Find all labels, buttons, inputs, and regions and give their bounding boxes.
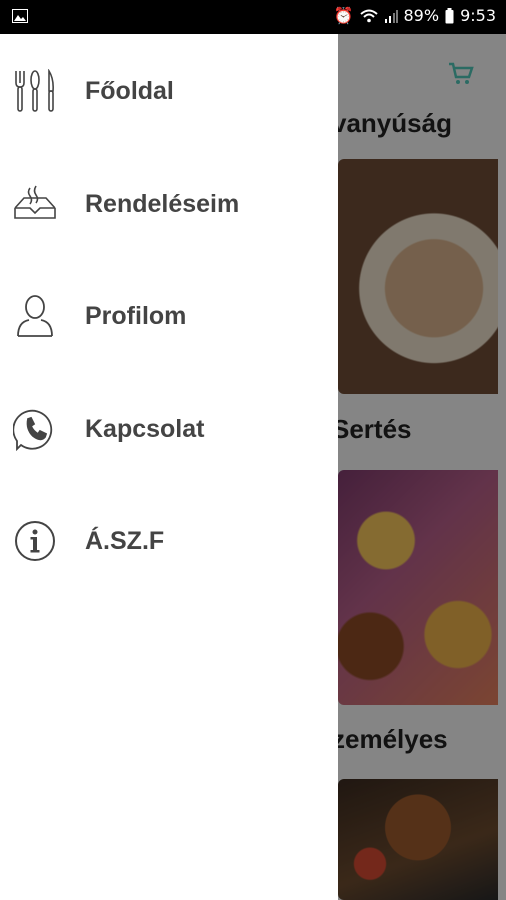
wifi-icon [359, 9, 378, 22]
cutlery-icon [12, 68, 58, 114]
gallery-notification-icon [12, 9, 28, 27]
menu-item-terms[interactable]: Á.SZ.F [0, 506, 338, 576]
menu-label: Rendeléseim [85, 189, 240, 218]
menu-item-orders[interactable]: Rendeléseim [0, 169, 338, 239]
menu-label: Á.SZ.F [85, 526, 165, 555]
info-icon [12, 518, 58, 564]
menu-item-contact[interactable]: Kapcsolat [0, 394, 338, 464]
menu-label: Kapcsolat [85, 414, 205, 443]
clock: 9:53 [460, 6, 496, 25]
menu-item-home[interactable]: Főoldal [0, 56, 338, 126]
food-tray-icon [12, 181, 58, 227]
signal-icon [384, 9, 398, 23]
menu-label: Profilom [85, 301, 187, 330]
status-bar: ⏰ 89% 9:53 [0, 0, 506, 34]
user-icon [12, 293, 58, 339]
menu-label: Főoldal [85, 76, 174, 105]
menu-item-profile[interactable]: Profilom [0, 281, 338, 351]
drawer-scrim[interactable] [338, 34, 506, 900]
battery-icon [445, 7, 454, 23]
navigation-drawer: Főoldal Rendeléseim Profilom Kapcsolat Á… [0, 34, 338, 900]
alarm-icon: ⏰ [333, 6, 354, 25]
phone-icon [12, 406, 58, 452]
battery-percent: 89% [403, 6, 440, 25]
